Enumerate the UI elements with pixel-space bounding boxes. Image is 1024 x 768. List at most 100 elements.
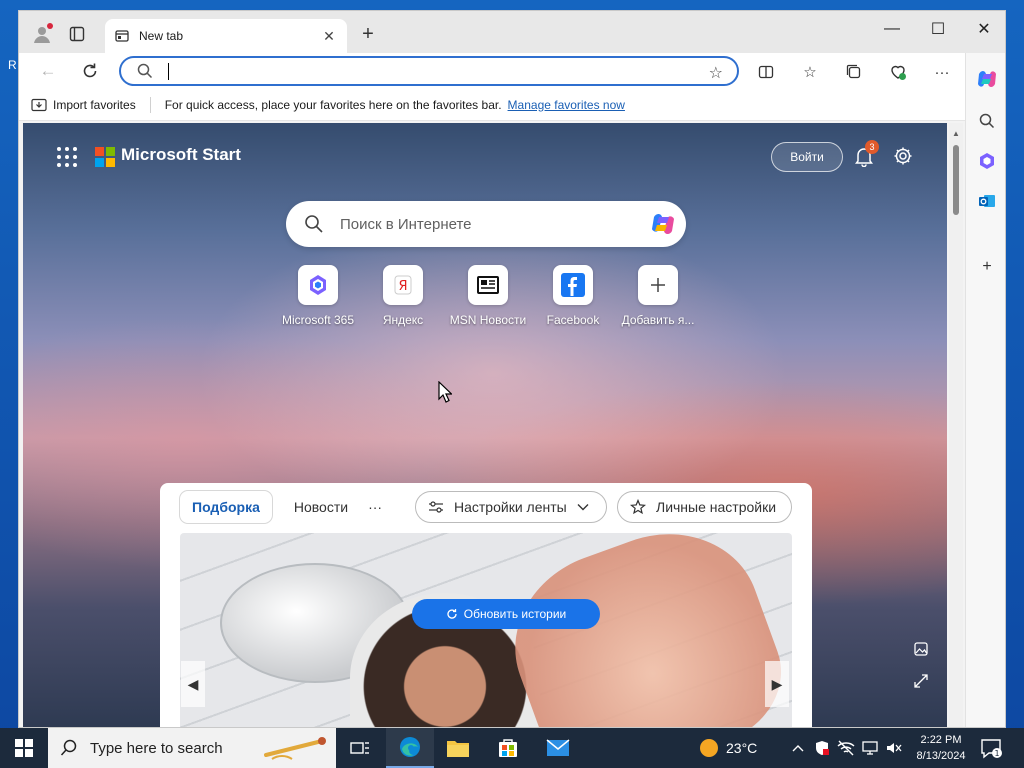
display-icon[interactable] bbox=[860, 738, 880, 758]
carousel-prev-button[interactable]: ◀ bbox=[181, 661, 205, 707]
close-window-button[interactable]: ✕ bbox=[961, 11, 1005, 47]
tab-top-stories[interactable]: Подборка bbox=[180, 491, 272, 523]
close-tab-icon[interactable]: ✕ bbox=[321, 28, 337, 44]
quick-link-label: Яндекс bbox=[382, 313, 424, 327]
tab-title: New tab bbox=[139, 29, 184, 43]
temperature: 23°C bbox=[726, 740, 758, 756]
maximize-button[interactable]: ☐ bbox=[915, 11, 961, 47]
scrollbar-thumb[interactable] bbox=[953, 145, 959, 215]
quick-links: Microsoft 365 Я Яндекс MSN Новости Faceb… bbox=[273, 265, 703, 327]
tab-new-tab[interactable]: New tab ✕ bbox=[105, 19, 347, 53]
page-scrollbar[interactable]: ▲ bbox=[949, 123, 963, 727]
search-icon bbox=[60, 739, 77, 756]
microsoft-store-icon[interactable] bbox=[484, 728, 532, 768]
quick-link-label: MSN Новости bbox=[449, 313, 527, 327]
divider bbox=[149, 96, 151, 113]
volume-icon[interactable] bbox=[884, 738, 904, 758]
address-input[interactable] bbox=[163, 62, 683, 82]
quick-link-microsoft-365[interactable]: Microsoft 365 bbox=[273, 265, 363, 327]
copilot-sidebar-icon[interactable] bbox=[975, 67, 999, 91]
edge-sidebar: + ⚙ bbox=[965, 53, 1005, 727]
scroll-up-icon[interactable]: ▲ bbox=[952, 129, 960, 138]
task-view-icon[interactable] bbox=[336, 728, 384, 768]
network-icon[interactable] bbox=[836, 738, 856, 758]
desktop-icon-label: R bbox=[8, 58, 17, 72]
outlook-icon[interactable] bbox=[975, 189, 999, 213]
system-clock[interactable]: 2:22 PM 8/13/2024 bbox=[910, 732, 972, 764]
quick-link-facebook[interactable]: Facebook bbox=[528, 265, 618, 327]
search-icon[interactable] bbox=[975, 109, 999, 133]
quick-link-msn-news[interactable]: MSN Новости bbox=[443, 265, 533, 327]
chevron-up-icon[interactable] bbox=[788, 738, 808, 758]
msn-news-icon bbox=[468, 265, 508, 305]
favorite-star-icon[interactable]: ☆ bbox=[709, 63, 723, 83]
manage-favorites-link[interactable]: Manage favorites now bbox=[508, 98, 625, 112]
back-button[interactable]: ← bbox=[35, 59, 61, 83]
sign-in-button[interactable]: Войти bbox=[771, 142, 843, 172]
add-icon bbox=[638, 265, 678, 305]
import-favorites-button[interactable]: Import favorites bbox=[31, 98, 136, 112]
facebook-icon bbox=[553, 265, 593, 305]
microsoft-365-icon[interactable] bbox=[975, 149, 999, 173]
security-icon[interactable] bbox=[812, 738, 832, 758]
refresh-stories-button[interactable]: Обновить истории bbox=[412, 599, 600, 629]
sparkle-icon bbox=[630, 499, 646, 515]
taskbar-search-input[interactable] bbox=[90, 739, 250, 757]
favorites-bar: Import favorites For quick access, place… bbox=[19, 89, 1005, 121]
app-launcher-icon[interactable] bbox=[57, 147, 77, 167]
tab-news[interactable]: Новости bbox=[282, 491, 360, 523]
copilot-icon[interactable] bbox=[648, 209, 678, 239]
mail-icon[interactable] bbox=[534, 728, 582, 768]
gear-icon[interactable] bbox=[892, 145, 916, 169]
windows-start-button[interactable] bbox=[0, 728, 48, 768]
tab-actions-icon[interactable] bbox=[67, 24, 87, 44]
import-icon bbox=[31, 98, 47, 111]
web-search-input[interactable] bbox=[340, 213, 630, 235]
refresh-icon bbox=[447, 609, 457, 619]
sliders-icon bbox=[429, 501, 443, 513]
chevron-down-icon bbox=[577, 504, 589, 511]
address-bar[interactable]: ☆ bbox=[119, 56, 739, 86]
favorites-hint: For quick access, place your favorites h… bbox=[164, 97, 502, 112]
background-image-icon[interactable] bbox=[911, 639, 931, 659]
new-tab-button[interactable]: + bbox=[357, 23, 379, 45]
featured-story-image[interactable]: Обновить истории bbox=[180, 533, 792, 727]
notification-center-icon[interactable]: 1 bbox=[980, 737, 1002, 759]
personalize-label: Личные настройки bbox=[656, 499, 777, 515]
carousel-next-button[interactable]: ▶ bbox=[765, 661, 789, 707]
edge-taskbar-icon[interactable] bbox=[386, 728, 434, 768]
quick-link-add[interactable]: Добавить я... bbox=[613, 265, 703, 327]
import-favorites-label: Import favorites bbox=[53, 97, 136, 112]
more-tabs-button[interactable]: ··· bbox=[368, 499, 382, 515]
personalize-button[interactable]: Личные настройки bbox=[617, 491, 792, 523]
split-screen-icon[interactable] bbox=[755, 61, 777, 83]
search-icon bbox=[305, 215, 323, 233]
news-feed-panel: Подборка Новости ··· Настройки ленты Лич… bbox=[160, 483, 812, 727]
add-sidebar-app-icon[interactable]: + bbox=[975, 255, 999, 279]
browser-essentials-icon[interactable] bbox=[887, 61, 909, 83]
collections-icon[interactable] bbox=[843, 61, 865, 83]
feed-settings-label: Настройки ленты bbox=[454, 499, 567, 515]
yandex-icon: Я bbox=[383, 265, 423, 305]
mouse-cursor-icon bbox=[438, 381, 452, 403]
new-tab-page-icon bbox=[115, 30, 129, 42]
brand-title[interactable]: Microsoft Start bbox=[121, 145, 241, 165]
feed-settings-button[interactable]: Настройки ленты bbox=[415, 491, 607, 523]
microsoft-logo-icon bbox=[95, 147, 115, 167]
profile-icon[interactable] bbox=[31, 23, 53, 45]
m365-icon bbox=[298, 265, 338, 305]
notification-badge: 3 bbox=[865, 140, 879, 154]
expand-icon[interactable] bbox=[911, 671, 931, 691]
file-explorer-icon[interactable] bbox=[434, 728, 482, 768]
web-search-box[interactable] bbox=[286, 201, 686, 247]
quick-link-label: Facebook bbox=[546, 313, 600, 327]
more-options-icon[interactable]: ··· bbox=[931, 61, 953, 83]
favorites-icon[interactable]: ☆ bbox=[799, 61, 821, 83]
browser-window: New tab ✕ + — ☐ ✕ ← ☆ ☆ ··· Import favor… bbox=[18, 10, 1006, 728]
search-highlight-icon bbox=[264, 737, 326, 760]
minimize-button[interactable]: — bbox=[869, 11, 915, 47]
refresh-button[interactable] bbox=[77, 59, 103, 83]
weather-widget[interactable]: 23°C bbox=[700, 728, 757, 768]
taskbar-search[interactable] bbox=[48, 728, 336, 768]
quick-link-yandex[interactable]: Я Яндекс bbox=[358, 265, 448, 327]
